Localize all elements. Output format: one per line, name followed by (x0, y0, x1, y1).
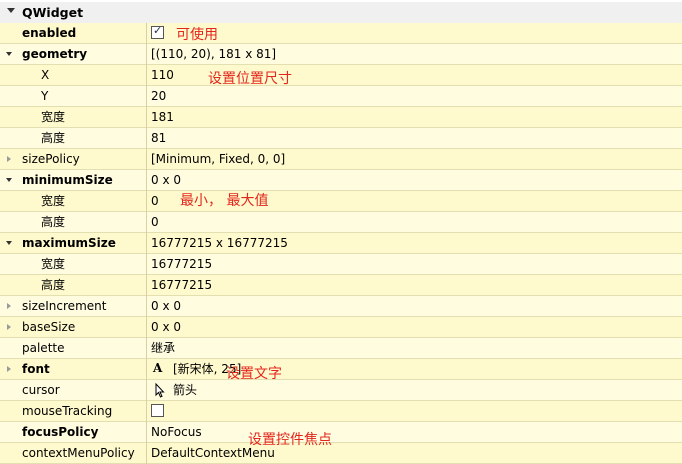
expand-right-icon[interactable] (7, 303, 11, 309)
property-name: palette (22, 341, 65, 355)
expand-right-icon[interactable] (7, 324, 11, 330)
property-row-palette[interactable]: palette 继承 (0, 338, 682, 359)
column-divider (146, 275, 147, 296)
column-divider (146, 422, 147, 443)
property-name: X (41, 68, 50, 82)
property-value[interactable]: 0 x 0 (151, 317, 181, 337)
class-header-qwidget[interactable]: QWidget (0, 2, 682, 24)
class-name: QWidget (22, 5, 84, 20)
property-name: font (22, 362, 50, 376)
property-row-minimumsize[interactable]: minimumSize 0 x 0 (0, 170, 682, 191)
arrow-cursor-icon (155, 383, 165, 398)
column-divider (146, 212, 147, 233)
column-divider (146, 23, 147, 44)
property-name: 高度 (41, 215, 66, 229)
property-value[interactable]: [(110, 20), 181 x 81] (151, 44, 276, 64)
property-row-min-height[interactable]: 高度 0 (0, 212, 682, 233)
property-name: 宽度 (41, 194, 66, 208)
property-name: baseSize (22, 320, 76, 334)
property-row-x[interactable]: X 110 (0, 65, 682, 86)
property-value[interactable]: 110 (151, 65, 174, 85)
enabled-checkbox[interactable]: ✓ (151, 24, 164, 39)
property-value[interactable]: 0 x 0 (151, 296, 181, 316)
property-row-mousetracking[interactable]: mouseTracking (0, 401, 682, 422)
property-name: focusPolicy (22, 425, 99, 439)
column-divider (146, 86, 147, 107)
property-row-enabled[interactable]: enabled ✓ (0, 23, 682, 44)
property-name: sizePolicy (22, 152, 80, 166)
property-row-focuspolicy[interactable]: focusPolicy NoFocus (0, 422, 682, 443)
property-value[interactable]: 20 (151, 86, 166, 106)
property-row-sizeincrement[interactable]: sizeIncrement 0 x 0 (0, 296, 682, 317)
property-value[interactable]: 继承 (151, 338, 175, 358)
property-name: minimumSize (22, 173, 113, 187)
property-value[interactable]: 箭头 (173, 380, 197, 400)
property-row-font[interactable]: font A [新宋体, 25] (0, 359, 682, 380)
property-row-geometry[interactable]: geometry [(110, 20), 181 x 81] (0, 44, 682, 65)
expand-down-icon[interactable] (6, 241, 12, 245)
property-editor: QWidget enabled ✓ geometry [(110, 20), 1… (0, 0, 682, 464)
property-row-cursor[interactable]: cursor 箭头 (0, 380, 682, 401)
column-divider (146, 44, 147, 65)
column-divider (146, 149, 147, 170)
property-value[interactable]: 0 x 0 (151, 170, 181, 190)
property-name: sizeIncrement (22, 299, 107, 313)
column-divider (146, 170, 147, 191)
property-row-y[interactable]: Y 20 (0, 86, 682, 107)
property-name: 宽度 (41, 257, 66, 271)
property-value[interactable]: 181 (151, 107, 174, 127)
property-name: 宽度 (41, 110, 66, 124)
property-name: cursor (22, 383, 60, 397)
property-row-min-width[interactable]: 宽度 0 (0, 191, 682, 212)
expand-right-icon[interactable] (7, 156, 11, 162)
column-divider (146, 296, 147, 317)
annotation-font: 设置文字 (226, 366, 282, 382)
expand-right-icon[interactable] (7, 366, 11, 372)
property-name: 高度 (41, 131, 66, 145)
property-value[interactable]: 16777215 x 16777215 (151, 233, 288, 253)
column-divider (146, 128, 147, 149)
collapse-arrow-icon[interactable] (7, 8, 15, 13)
property-row-max-height[interactable]: 高度 16777215 (0, 275, 682, 296)
annotation-enabled: 可使用 (176, 27, 218, 43)
column-divider (146, 338, 147, 359)
property-value[interactable]: 0 (151, 212, 159, 232)
column-divider (146, 317, 147, 338)
property-name: 高度 (41, 278, 66, 292)
column-divider (146, 65, 147, 86)
property-row-max-width[interactable]: 宽度 16777215 (0, 254, 682, 275)
property-name: mouseTracking (22, 404, 113, 418)
property-value[interactable]: 16777215 (151, 254, 212, 274)
annotation-focus: 设置控件焦点 (248, 432, 332, 448)
column-divider (146, 401, 147, 422)
property-row-sizepolicy[interactable]: sizePolicy [Minimum, Fixed, 0, 0] (0, 149, 682, 170)
property-value[interactable]: NoFocus (151, 422, 202, 442)
property-name: contextMenuPolicy (22, 446, 135, 460)
property-value[interactable]: 16777215 (151, 275, 212, 295)
font-icon: A (153, 361, 163, 375)
annotation-geometry: 设置位置尺寸 (208, 71, 292, 87)
property-row-width[interactable]: 宽度 181 (0, 107, 682, 128)
column-divider (146, 359, 147, 380)
column-divider (146, 107, 147, 128)
property-row-maximumsize[interactable]: maximumSize 16777215 x 16777215 (0, 233, 682, 254)
mousetracking-checkbox[interactable] (151, 404, 164, 417)
property-value[interactable]: [Minimum, Fixed, 0, 0] (151, 149, 285, 169)
expand-down-icon[interactable] (6, 52, 12, 56)
expand-down-icon[interactable] (6, 178, 12, 182)
property-value[interactable]: 0 (151, 191, 159, 211)
column-divider (146, 254, 147, 275)
property-name: Y (41, 89, 49, 103)
column-divider (146, 233, 147, 254)
property-name: enabled (22, 26, 77, 40)
column-divider (146, 191, 147, 212)
column-divider (146, 380, 147, 401)
property-row-basesize[interactable]: baseSize 0 x 0 (0, 317, 682, 338)
property-name: geometry (22, 47, 88, 61)
property-name: maximumSize (22, 236, 116, 250)
property-row-height[interactable]: 高度 81 (0, 128, 682, 149)
property-value[interactable]: 81 (151, 128, 166, 148)
annotation-minmax: 最小， 最大值 (180, 193, 269, 209)
check-mark-icon: ✓ (153, 24, 163, 37)
